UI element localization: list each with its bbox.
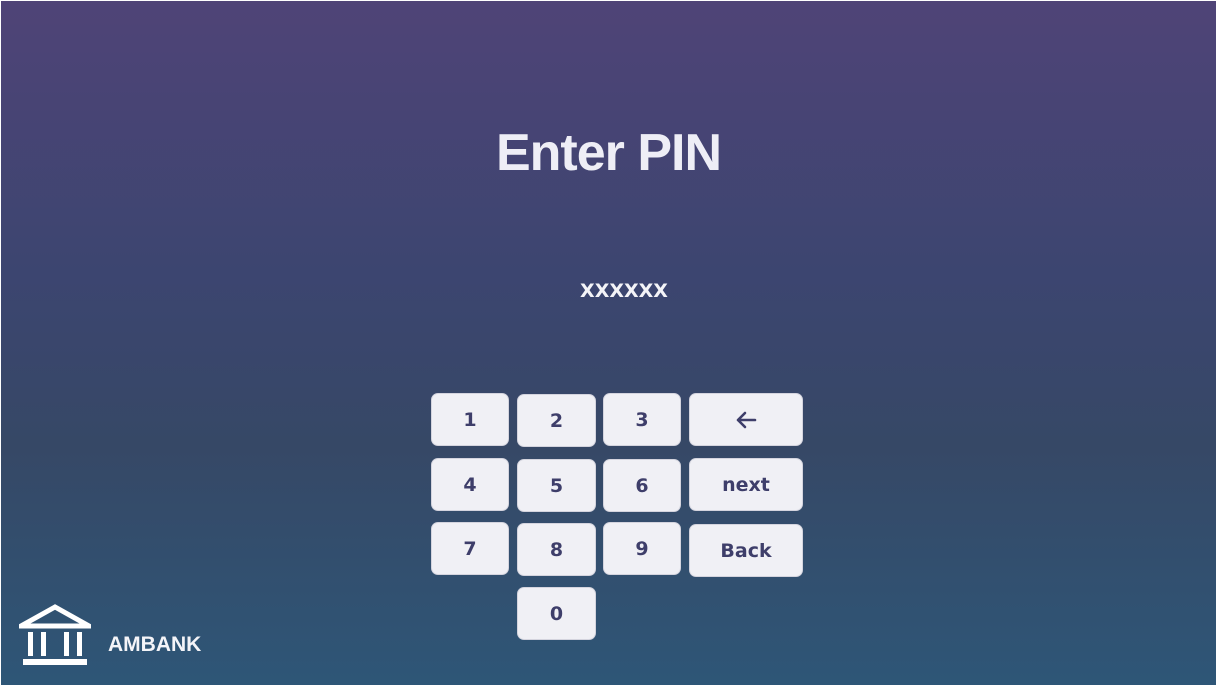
key-5[interactable]: 5 (517, 459, 596, 512)
key-label: 0 (549, 602, 564, 625)
key-label: 2 (549, 409, 564, 432)
backspace-button[interactable] (689, 393, 803, 446)
key-9[interactable]: 9 (603, 522, 681, 575)
brand-name: AMBANK (108, 633, 202, 656)
key-label: 4 (463, 473, 477, 496)
key-label: 6 (635, 474, 649, 497)
key-label: 7 (463, 537, 477, 560)
atm-screen: Enter PIN XXXXXX 1 2 3 4 5 6 next 7 8 9 … (1, 1, 1216, 685)
key-4[interactable]: 4 (431, 458, 509, 511)
back-label: Back (720, 539, 772, 562)
bank-building-icon (11, 604, 99, 666)
page-title: Enter PIN (495, 124, 722, 182)
key-3[interactable]: 3 (603, 393, 681, 446)
next-label: next (722, 473, 770, 496)
key-7[interactable]: 7 (431, 522, 509, 575)
key-8[interactable]: 8 (517, 523, 596, 576)
pin-display: XXXXXX (580, 280, 668, 302)
next-button[interactable]: next (689, 458, 803, 511)
key-label: 8 (549, 538, 564, 561)
key-label: 3 (635, 408, 649, 431)
key-label: 1 (463, 408, 477, 431)
arrow-left-icon (735, 411, 757, 429)
key-2[interactable]: 2 (517, 394, 596, 447)
key-6[interactable]: 6 (603, 459, 681, 512)
key-label: 9 (635, 537, 649, 560)
key-0[interactable]: 0 (517, 587, 596, 640)
key-1[interactable]: 1 (431, 393, 509, 446)
key-label: 5 (549, 474, 564, 497)
back-button[interactable]: Back (689, 524, 803, 577)
